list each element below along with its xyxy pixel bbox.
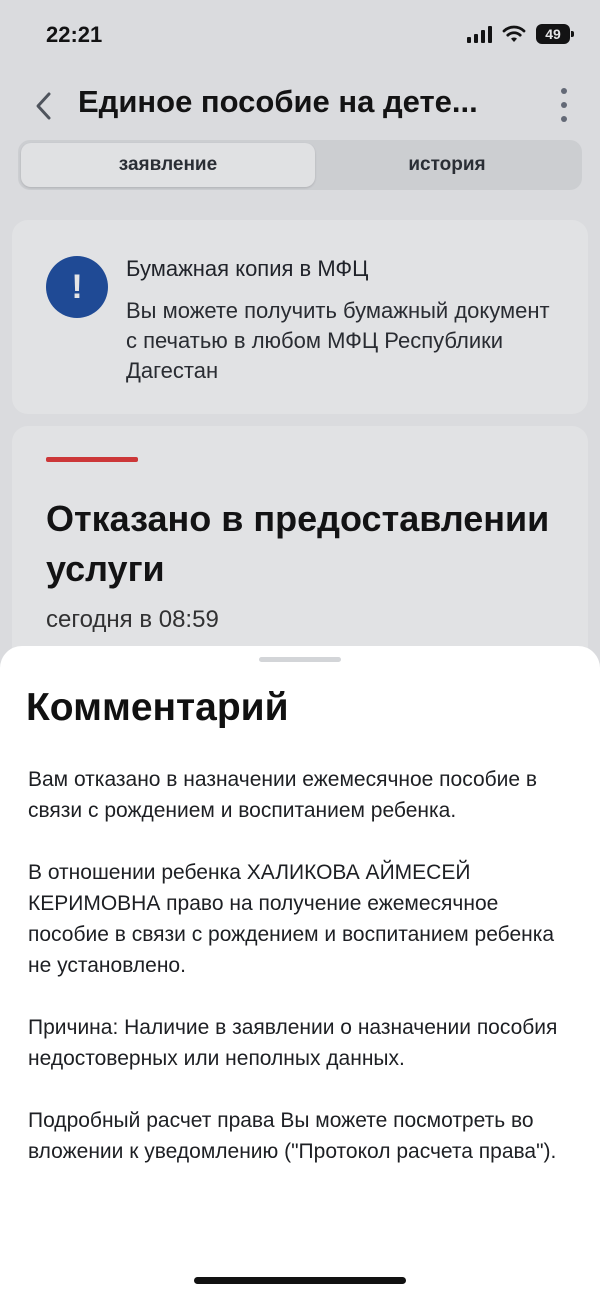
home-indicator[interactable] (194, 1277, 406, 1284)
comment-title: Комментарий (26, 686, 289, 729)
comment-sheet: Комментарий Вам отказано в назначении еж… (0, 646, 600, 1297)
app-screen: 22:21 49 Единое пособие на дете... заявл… (0, 0, 600, 1297)
comment-paragraph: Причина: Наличие в заявлении о назначени… (28, 1016, 558, 1070)
comment-paragraph: Вам отказано в назначении ежемесячное по… (28, 768, 538, 822)
comment-body: Вам отказано в назначении ежемесячное по… (28, 764, 576, 1198)
comment-paragraph: В отношении ребенка ХАЛИКОВА АЙМЕСЕЙ КЕР… (28, 861, 555, 977)
sheet-grabber[interactable] (259, 657, 341, 662)
comment-paragraph: Подробный расчет права Вы можете посмотр… (28, 1109, 557, 1163)
